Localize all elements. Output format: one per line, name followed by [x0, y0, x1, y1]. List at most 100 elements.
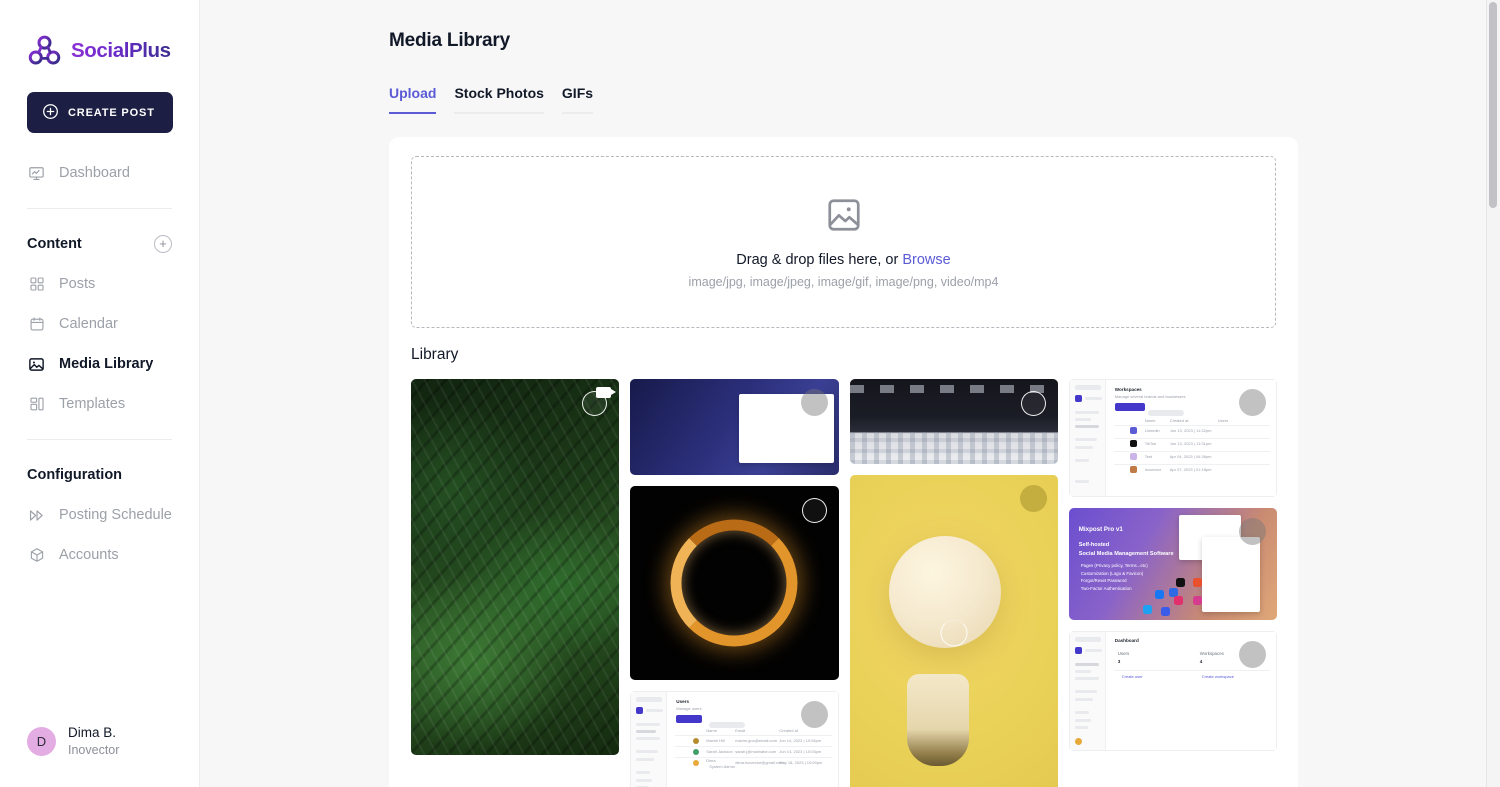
admin-nav-item [1074, 677, 1099, 680]
workspace-name: TikTok [1144, 441, 1157, 446]
media-grid: Users Manage users Name Email Created at… [411, 379, 1277, 787]
scrollbar-thumb[interactable] [1489, 2, 1497, 208]
admin-nav-item [1074, 411, 1099, 414]
media-item-orange-light-ring-photo[interactable] [630, 486, 839, 680]
sidebar-item-label: Calendar [59, 316, 118, 332]
row-avatar [1129, 453, 1137, 460]
tab-upload[interactable]: Upload [389, 85, 437, 114]
admin-divider [1113, 670, 1270, 671]
media-item-admin-console-users-screenshot[interactable]: Users Manage users Name Email Created at… [630, 691, 839, 787]
admin-table-divider [675, 735, 832, 736]
admin-nav-item [1074, 726, 1088, 729]
admin-table-divider [1113, 451, 1270, 452]
admin-user-avatar [1074, 738, 1082, 745]
image-placeholder-icon [825, 196, 863, 234]
admin-page-title: Dashboard [1114, 638, 1139, 643]
upload-spinner-icon [940, 619, 968, 647]
tab-gifs[interactable]: GIFs [561, 85, 594, 114]
sidebar-item-accounts[interactable]: Accounts [0, 535, 199, 575]
promo-feature: Two-Factor Authentication [1080, 586, 1132, 592]
admin-create-user-action[interactable]: Create user [1122, 674, 1143, 679]
media-item-tropical-leaves-photo[interactable] [411, 379, 620, 755]
app-root: SocialPlus CREATE POST Dashboard Content… [0, 0, 1500, 787]
create-post-label: CREATE POST [68, 106, 155, 119]
admin-search-input[interactable] [1147, 410, 1184, 416]
admin-create-workspace-action[interactable]: Create workspace [1202, 674, 1234, 679]
admin-create-user-button[interactable] [676, 715, 703, 723]
row-avatar [1129, 440, 1137, 447]
media-select-checkbox[interactable] [801, 498, 827, 523]
admin-col-name: Name [1144, 418, 1156, 423]
media-item-dark-blue-settings-screenshot[interactable] [630, 379, 839, 475]
admin-nav-item [1074, 418, 1091, 421]
admin-console-chip [1074, 385, 1101, 390]
admin-brand-label [646, 709, 664, 712]
media-avatar-overlay [800, 701, 828, 728]
promo-subtitle-line2: Social Media Management Software [1078, 550, 1174, 557]
tiktok-icon [1175, 578, 1185, 587]
media-select-checkbox[interactable] [1020, 391, 1046, 416]
dropzone-text: Drag & drop files here, or Browse [736, 252, 950, 268]
tab-stock-photos[interactable]: Stock Photos [454, 85, 544, 114]
media-item-admin-console-dashboard-screenshot[interactable]: Dashboard Users 3 Workspaces 4 Create us… [1068, 631, 1277, 751]
youtube-icon [1192, 578, 1202, 587]
row-avatar [693, 738, 700, 744]
admin-nav-item [1074, 670, 1091, 673]
calendar-icon [27, 315, 46, 334]
sidebar-item-calendar[interactable]: Calendar [0, 304, 199, 344]
admin-nav-item [1074, 719, 1091, 722]
grid-icon [27, 275, 46, 294]
sidebar-item-media-library[interactable]: Media Library [0, 344, 199, 384]
row-avatar [693, 749, 700, 755]
workspace-name: Inovector [1144, 467, 1162, 472]
vertical-scrollbar[interactable] [1486, 0, 1500, 787]
file-dropzone[interactable]: Drag & drop files here, or Browse image/… [411, 156, 1276, 328]
admin-brand-mark [636, 707, 644, 714]
socialplus-logo-icon [27, 33, 62, 68]
create-post-button[interactable]: CREATE POST [27, 92, 173, 133]
admin-section-label [636, 771, 651, 774]
admin-section-label [1074, 711, 1089, 714]
admin-page-title: Workspaces [1114, 387, 1142, 392]
admin-create-workspace-button[interactable] [1114, 403, 1145, 411]
sidebar-item-label: Templates [59, 396, 126, 412]
video-camera-icon [596, 387, 617, 398]
admin-user-role: System Admin [709, 764, 735, 769]
media-avatar-overlay [1019, 485, 1047, 512]
media-avatar-overlay [1239, 389, 1266, 416]
promo-app-preview-2 [1201, 537, 1260, 612]
promo-feature: Customization (Logo & Favicon) [1080, 570, 1144, 576]
instagram-icon [1173, 596, 1183, 605]
admin-user-name: Maxim Hill [706, 738, 725, 743]
media-item-admin-console-workspaces-screenshot[interactable]: Workspaces Manage several brands and bus… [1068, 379, 1277, 497]
browse-link[interactable]: Browse [902, 252, 950, 268]
user-profile[interactable]: D Dima B. Inovector [0, 724, 199, 787]
brand-logo[interactable]: SocialPlus [0, 0, 199, 68]
admin-table-divider [675, 746, 832, 747]
admin-section-label [1074, 480, 1089, 483]
media-avatar-overlay [800, 389, 828, 416]
admin-user-name: Dima [706, 758, 716, 763]
media-item-yellow-lightbulb-photo[interactable] [849, 475, 1058, 787]
admin-nav-item [636, 730, 657, 733]
sidebar-item-templates[interactable]: Templates [0, 384, 199, 424]
workspace-name: Linkedin [1144, 428, 1160, 433]
avatar: D [27, 726, 56, 756]
library-heading: Library [411, 346, 459, 363]
sidebar-item-posting-schedule[interactable]: Posting Schedule [0, 495, 199, 535]
admin-nav-item [636, 758, 655, 761]
media-item-mixpost-pro-promo-image[interactable]: Mixpost Pro v1 Self-hosted Social Media … [1068, 508, 1277, 620]
sidebar-item-label: Media Library [59, 356, 154, 372]
sidebar-divider-1 [27, 208, 172, 209]
sidebar-item-dashboard[interactable]: Dashboard [0, 153, 199, 193]
add-content-button[interactable]: + [154, 235, 172, 253]
admin-nav-item [636, 723, 661, 726]
promo-title: Mixpost Pro v1 [1078, 526, 1123, 533]
user-org: Inovector [68, 743, 120, 758]
sidebar-section-content: Content + [0, 234, 199, 254]
media-panel: Drag & drop files here, or Browse image/… [389, 137, 1298, 787]
sidebar-item-posts[interactable]: Posts [0, 264, 199, 304]
thumbnail [411, 379, 620, 755]
media-item-dark-code-editor-photo[interactable] [849, 379, 1058, 464]
admin-nav-item [1074, 425, 1099, 428]
